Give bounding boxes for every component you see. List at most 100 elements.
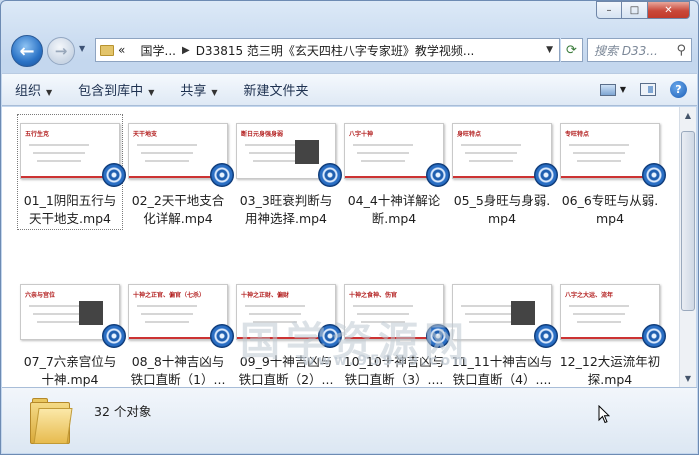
thumbnail-line — [469, 321, 513, 323]
thumbnail-line — [29, 144, 89, 146]
thumbnail-line — [361, 160, 405, 162]
address-overflow[interactable]: « — [118, 43, 125, 57]
thumbnail-line — [145, 160, 189, 162]
film-reel-icon — [318, 163, 342, 187]
thumbnail-line — [353, 144, 413, 146]
thumbnail-line — [141, 313, 193, 315]
film-reel-icon — [210, 163, 234, 187]
thumbnail-line — [37, 160, 81, 162]
vertical-scrollbar[interactable]: ▲ ▼ — [679, 107, 696, 387]
command-bar: 组织 ▼ 包含到库中 ▼ 共享 ▼ 新建文件夹 ▼ ? — [2, 73, 697, 106]
thumbnail-line — [461, 144, 521, 146]
back-button[interactable]: ← — [11, 35, 43, 67]
file-item[interactable]: 五行生克 01_1阴阳五行与天干地支.mp4 — [17, 114, 126, 238]
thumbnail-image — [295, 140, 319, 164]
file-item[interactable]: 六亲与宫位 07_7六亲宫位与十神.mp4 — [18, 279, 126, 387]
caption-buttons: – □ ✕ — [596, 1, 690, 19]
thumbnail-title: 五行生克 — [25, 131, 50, 138]
thumbnail-line — [33, 313, 85, 315]
thumbnail-line — [357, 152, 409, 154]
search-placeholder: 搜索 D33... — [594, 43, 658, 58]
include-library-label: 包含到库中 — [78, 84, 144, 99]
film-reel-icon — [102, 163, 126, 187]
search-input[interactable]: 搜索 D33... ⚲ — [587, 38, 692, 62]
thumbnail-image — [511, 301, 535, 325]
address-segment-guoxue[interactable]: 国学... — [141, 42, 176, 59]
file-name: 02_2天干地支合化详解.mp4 — [131, 193, 225, 226]
chevron-down-icon: ▼ — [211, 88, 218, 97]
file-item[interactable]: 身旺特点 05_5身旺与身弱.mp4 — [450, 118, 558, 238]
thumbnail-title: 八字十神 — [349, 131, 374, 138]
thumbnail-line — [573, 313, 625, 315]
scroll-down-icon[interactable]: ▼ — [680, 370, 696, 387]
thumbnail-title: 十神之正财、偏财 — [241, 292, 290, 299]
item-count: 32 个对象 — [94, 404, 152, 419]
organize-menu[interactable]: 组织 ▼ — [2, 80, 65, 99]
film-reel-icon — [642, 163, 666, 187]
film-reel-icon — [534, 163, 558, 187]
help-icon[interactable]: ? — [670, 81, 687, 98]
file-name: 07_7六亲宫位与十神.mp4 — [23, 354, 117, 387]
share-menu[interactable]: 共享 ▼ — [167, 80, 230, 99]
file-name: 03_3旺衰判断与用神选择.mp4 — [239, 193, 333, 226]
file-item[interactable]: 八字十神 04_4十神详解论断.mp4 — [342, 118, 450, 238]
watermark-url: www.95959.com — [302, 353, 471, 369]
file-item[interactable]: 八字之大运、流年 12_12大运流年初探.mp4 — [558, 279, 666, 387]
file-name: 04_4十神详解论断.mp4 — [347, 193, 441, 226]
file-list[interactable]: 五行生克 01_1阴阳五行与天干地支.mp4 天干地支 02_2天干地支合化详解.mp… — [2, 107, 679, 387]
thumbnail-line — [577, 160, 621, 162]
include-library-menu[interactable]: 包含到库中 ▼ — [65, 80, 167, 99]
thumbnail-title: 十神之正官、偏官（七杀） — [133, 292, 206, 299]
new-folder-label: 新建文件夹 — [243, 84, 309, 99]
scrollbar-thumb[interactable] — [681, 131, 695, 311]
file-item[interactable]: 天干地支 02_2天干地支合化详解.mp4 — [126, 118, 234, 238]
address-segment-current[interactable]: D33815 范三明《玄天四柱八字专家班》教学视频... — [196, 42, 475, 59]
thumbnail-line — [137, 305, 197, 307]
file-item[interactable]: 十神之正官、偏官（七杀） 08_8十神吉凶与铁口直断（1）... — [126, 279, 234, 387]
thumbnail-line — [145, 321, 189, 323]
recent-pages-dropdown[interactable]: ▼ — [79, 44, 85, 53]
share-label: 共享 — [180, 84, 207, 99]
file-item[interactable]: 专旺特点 06_6专旺与从弱.mp4 — [558, 118, 666, 238]
scroll-up-icon[interactable]: ▲ — [680, 107, 696, 124]
back-arrow-icon: ← — [19, 40, 35, 62]
minimize-button[interactable]: – — [596, 1, 622, 19]
address-bar[interactable]: « 国学... ▶ D33815 范三明《玄天四柱八字专家班》教学视频... ▼ — [95, 38, 560, 62]
thumbnail-title: 六亲与宫位 — [25, 292, 56, 299]
thumbnail-title: 天干地支 — [133, 131, 158, 138]
details-pane: 32 个对象 — [2, 387, 697, 453]
folder-icon — [30, 398, 73, 444]
change-view-icon[interactable] — [599, 83, 616, 96]
refresh-button[interactable]: ⟳ — [561, 38, 583, 62]
thumbnail-line — [465, 152, 517, 154]
thumbnail-line — [137, 144, 197, 146]
thumbnail-title: 专旺特点 — [565, 131, 590, 138]
chevron-right-icon[interactable]: ▶ — [182, 45, 190, 56]
preview-pane-icon[interactable] — [640, 83, 656, 96]
view-dropdown-icon[interactable]: ▼ — [620, 85, 626, 94]
film-reel-icon — [102, 324, 126, 348]
thumbnail-line — [465, 313, 517, 315]
search-icon[interactable]: ⚲ — [676, 43, 686, 58]
file-name: 08_8十神吉凶与铁口直断（1）... — [130, 354, 226, 387]
thumbnail-line — [569, 305, 629, 307]
file-name: 06_6专旺与从弱.mp4 — [561, 193, 659, 226]
file-item[interactable]: 断日元身强身弱 03_3旺衰判断与用神选择.mp4 — [234, 118, 342, 238]
forward-button[interactable]: → — [47, 37, 75, 65]
thumbnail-line — [37, 321, 81, 323]
thumbnail-line — [577, 321, 621, 323]
thumbnail-image — [79, 301, 103, 325]
thumbnail-title: 八字之大运、流年 — [565, 292, 614, 299]
new-folder-button[interactable]: 新建文件夹 — [231, 80, 322, 99]
thumbnail-line — [249, 152, 301, 154]
file-name: 01_1阴阳五行与天干地支.mp4 — [23, 193, 117, 226]
close-button[interactable]: ✕ — [648, 1, 690, 19]
refresh-icon: ⟳ — [566, 42, 577, 58]
film-reel-icon — [426, 163, 450, 187]
file-name: 05_5身旺与身弱.mp4 — [453, 193, 551, 226]
thumbnail-line — [245, 305, 305, 307]
thumbnail-line — [141, 152, 193, 154]
address-dropdown-icon[interactable]: ▼ — [546, 45, 553, 55]
maximize-button[interactable]: □ — [622, 1, 648, 19]
thumbnail-line — [469, 160, 513, 162]
